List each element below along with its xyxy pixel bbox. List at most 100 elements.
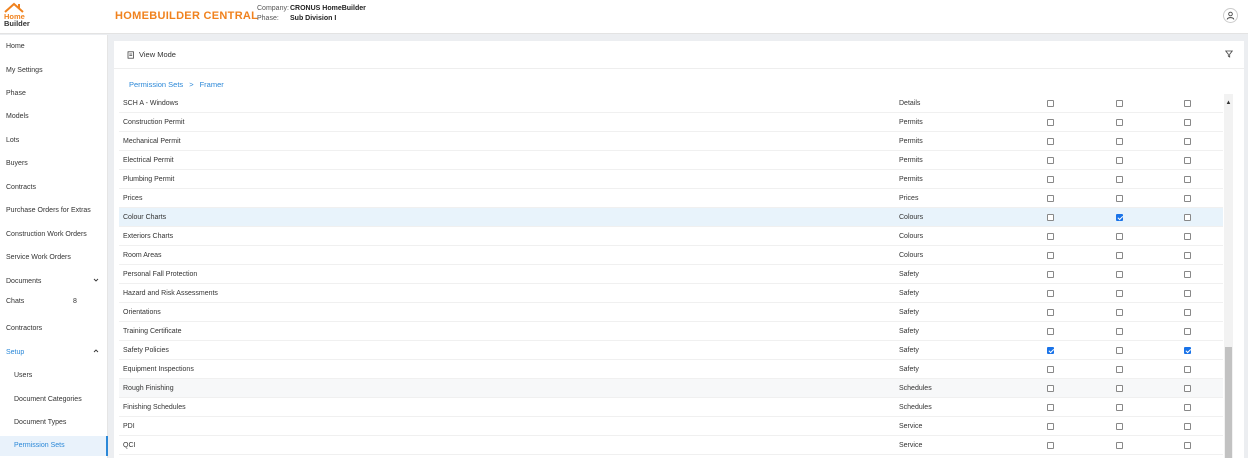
- permission-checkbox[interactable]: [1184, 100, 1191, 107]
- sidebar-item-service-work-orders[interactable]: Service Work Orders: [0, 248, 108, 268]
- sidebar-item-lots[interactable]: Lots: [0, 131, 108, 151]
- sidebar-item-contracts[interactable]: Contracts: [0, 178, 108, 198]
- sidebar-item-document-types[interactable]: Document Types: [0, 413, 108, 433]
- permission-checkbox[interactable]: [1047, 366, 1054, 373]
- permission-checkbox[interactable]: [1184, 195, 1191, 202]
- permission-checkbox[interactable]: [1047, 442, 1054, 449]
- sidebar-item-permission-sets[interactable]: Permission Sets: [0, 436, 108, 456]
- sidebar-item-construction-work-orders[interactable]: Construction Work Orders: [0, 225, 108, 245]
- permission-checkbox[interactable]: [1184, 290, 1191, 297]
- permission-checkbox[interactable]: [1184, 157, 1191, 164]
- permission-category: Safety: [899, 347, 919, 354]
- permission-checkbox[interactable]: [1116, 252, 1123, 259]
- permission-checkbox[interactable]: [1047, 233, 1054, 240]
- permission-name: Hazard and Risk Assessments: [123, 290, 218, 297]
- permission-checkbox[interactable]: [1116, 309, 1123, 316]
- sidebar-item-label: Contractors: [6, 325, 43, 332]
- permission-checkbox[interactable]: [1184, 404, 1191, 411]
- grid-scrollbar[interactable]: ▲: [1224, 94, 1233, 458]
- sidebar-item-models[interactable]: Models: [0, 107, 108, 127]
- phase-value: Sub Division I: [290, 15, 337, 22]
- permission-checkbox[interactable]: [1116, 233, 1123, 240]
- permission-checkbox[interactable]: [1116, 138, 1123, 145]
- permission-checkbox[interactable]: [1184, 442, 1191, 449]
- permission-category: Service: [899, 423, 923, 430]
- permission-checkbox[interactable]: [1116, 100, 1123, 107]
- sidebar-item-label: My Settings: [6, 67, 43, 74]
- permission-name: Equipment Inspections: [123, 366, 194, 373]
- view-mode-button[interactable]: View Mode: [127, 50, 176, 59]
- sidebar-item-chats[interactable]: Chats 8: [0, 292, 108, 312]
- permission-checkbox[interactable]: [1184, 423, 1191, 430]
- logo-text-builder: Builder: [4, 19, 30, 28]
- permission-checkbox[interactable]: [1047, 290, 1054, 297]
- home-builder-logo[interactable]: Home Builder: [3, 2, 30, 30]
- sidebar-item-document-categories[interactable]: Document Categories: [0, 390, 108, 410]
- permission-checkbox[interactable]: [1184, 233, 1191, 240]
- permission-checkbox[interactable]: [1184, 119, 1191, 126]
- permission-checkbox[interactable]: [1116, 366, 1123, 373]
- permission-checkbox[interactable]: [1184, 138, 1191, 145]
- permission-checkbox[interactable]: [1116, 347, 1123, 354]
- permission-name: Electrical Permit: [123, 157, 174, 164]
- sidebar-item-contractors[interactable]: Contractors: [0, 319, 108, 339]
- permission-checkbox[interactable]: [1116, 176, 1123, 183]
- sidebar-item-setup[interactable]: Setup: [0, 343, 108, 363]
- permission-checkbox[interactable]: [1184, 271, 1191, 278]
- permission-checkbox[interactable]: [1184, 309, 1191, 316]
- permission-checkbox[interactable]: [1116, 385, 1123, 392]
- permission-checkbox[interactable]: [1047, 195, 1054, 202]
- permission-checkbox[interactable]: [1184, 176, 1191, 183]
- table-row: Construction Permit Permits: [119, 113, 1223, 132]
- permission-checkbox[interactable]: [1184, 328, 1191, 335]
- permission-checkbox[interactable]: [1116, 290, 1123, 297]
- permission-checkbox[interactable]: [1184, 366, 1191, 373]
- app-title: HOMEBUILDER CENTRAL: [115, 10, 259, 22]
- permission-checkbox[interactable]: [1047, 252, 1054, 259]
- permission-checkbox[interactable]: [1047, 328, 1054, 335]
- permission-checkbox[interactable]: [1116, 404, 1123, 411]
- permission-name: SCH A - Windows: [123, 100, 179, 107]
- breadcrumb-current[interactable]: Framer: [200, 80, 224, 89]
- sidebar-item-buyers[interactable]: Buyers: [0, 154, 108, 174]
- sidebar-item-label: Service Work Orders: [6, 254, 71, 261]
- permission-checkbox[interactable]: [1047, 214, 1054, 221]
- permission-checkbox[interactable]: [1047, 385, 1054, 392]
- chats-count-badge: 8: [73, 298, 77, 305]
- permission-checkbox[interactable]: [1047, 138, 1054, 145]
- permission-checkbox[interactable]: [1116, 442, 1123, 449]
- permission-checkbox[interactable]: [1184, 214, 1191, 221]
- permission-checkbox[interactable]: [1047, 157, 1054, 164]
- permission-checkbox[interactable]: [1184, 385, 1191, 392]
- user-profile-button[interactable]: [1223, 8, 1238, 23]
- filter-button[interactable]: [1224, 50, 1234, 60]
- permission-checkbox[interactable]: [1116, 328, 1123, 335]
- permission-checkbox[interactable]: [1047, 100, 1054, 107]
- chevron-down-icon: [93, 272, 99, 292]
- permission-checkbox[interactable]: [1047, 404, 1054, 411]
- permission-checkbox[interactable]: [1116, 271, 1123, 278]
- scroll-up-arrow-icon[interactable]: ▲: [1224, 100, 1233, 108]
- permission-checkbox[interactable]: [1047, 271, 1054, 278]
- sidebar-item-phase[interactable]: Phase: [0, 84, 108, 104]
- permission-checkbox[interactable]: [1047, 423, 1054, 430]
- sidebar-item-purchase-orders-for-extras[interactable]: Purchase Orders for Extras: [0, 201, 108, 221]
- sidebar-item-users[interactable]: Users: [0, 366, 108, 386]
- permission-checkbox[interactable]: [1116, 214, 1123, 221]
- scrollbar-thumb[interactable]: [1225, 347, 1232, 458]
- sidebar-item-documents[interactable]: Documents: [0, 272, 108, 292]
- sidebar-item-my-settings[interactable]: My Settings: [0, 61, 108, 81]
- sidebar-item-home[interactable]: Home: [0, 37, 108, 57]
- permission-name: Orientations: [123, 309, 161, 316]
- breadcrumb-permission-sets[interactable]: Permission Sets: [129, 80, 183, 89]
- permission-checkbox[interactable]: [1184, 347, 1191, 354]
- permission-checkbox[interactable]: [1047, 176, 1054, 183]
- permission-checkbox[interactable]: [1184, 252, 1191, 259]
- permission-checkbox[interactable]: [1047, 309, 1054, 316]
- permission-checkbox[interactable]: [1047, 119, 1054, 126]
- permission-checkbox[interactable]: [1116, 119, 1123, 126]
- permission-checkbox[interactable]: [1116, 423, 1123, 430]
- permission-checkbox[interactable]: [1116, 157, 1123, 164]
- permission-checkbox[interactable]: [1116, 195, 1123, 202]
- permission-checkbox[interactable]: [1047, 347, 1054, 354]
